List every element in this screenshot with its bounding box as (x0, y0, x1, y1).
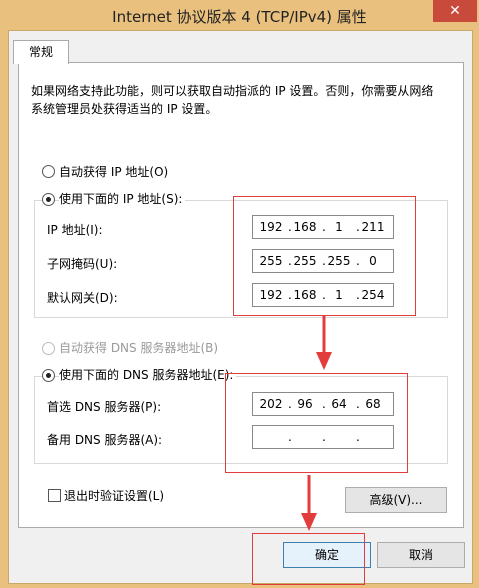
radio-auto-ip-label: 自动获得 IP 地址(O) (59, 165, 169, 179)
validate-on-exit-label: 退出时验证设置(L) (64, 489, 165, 503)
validate-on-exit-checkbox[interactable] (48, 489, 61, 502)
cancel-button[interactable]: 取消 (377, 542, 465, 568)
window-title: Internet 协议版本 4 (TCP/IPv4) 属性 (112, 8, 367, 26)
close-button[interactable]: ✕ (433, 0, 477, 22)
radio-auto-ip[interactable] (42, 165, 55, 178)
tab-general[interactable]: 常规 (13, 40, 69, 64)
preferred-dns-label: 首选 DNS 服务器(P): (47, 400, 162, 414)
annotation-arrow-down-2-icon (301, 475, 317, 531)
radio-manual-ip[interactable] (42, 193, 55, 206)
annotation-arrow-down-1-icon (316, 316, 332, 370)
radio-auto-dns[interactable] (42, 342, 55, 355)
default-gateway-label: 默认网关(D): (47, 291, 118, 305)
advanced-button[interactable]: 高级(V)... (345, 487, 447, 513)
ip-address-label: IP 地址(I): (47, 223, 103, 237)
annotation-box-ip (233, 196, 416, 316)
radio-auto-dns-label: 自动获得 DNS 服务器地址(B) (59, 341, 219, 355)
radio-manual-ip-label: 使用下面的 IP 地址(S): (59, 190, 186, 207)
alternate-dns-label: 备用 DNS 服务器(A): (47, 433, 163, 447)
radio-manual-dns[interactable] (42, 369, 55, 382)
radio-manual-dns-label: 使用下面的 DNS 服务器地址(E): (59, 366, 237, 383)
annotation-box-ok (252, 533, 365, 585)
annotation-box-dns (225, 373, 408, 473)
subnet-mask-label: 子网掩码(U): (47, 257, 118, 271)
description-text: 如果网络支持此功能，则可以获取自动指派的 IP 设置。否则，你需要从网络系统管理… (31, 84, 434, 116)
